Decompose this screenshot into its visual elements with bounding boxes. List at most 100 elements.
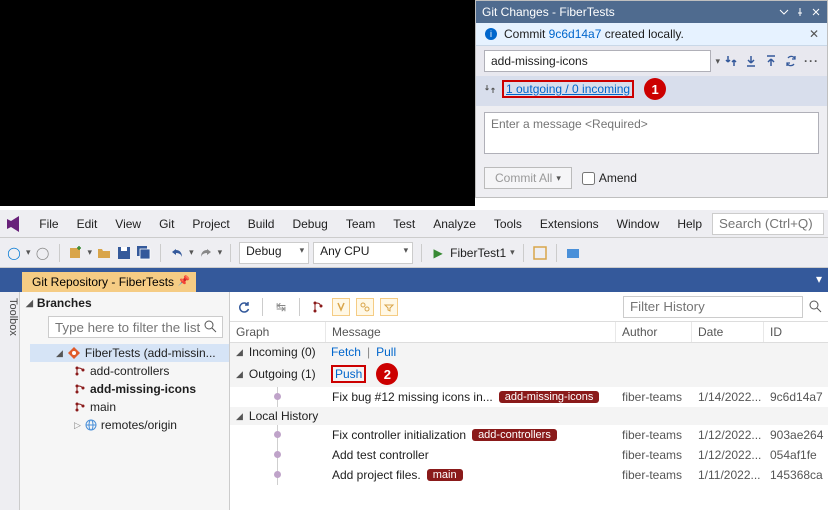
incoming-group[interactable]: ◢ Incoming (0) Fetch | Pull [230,343,828,361]
menu-edit[interactable]: Edit [69,213,106,235]
menu-project[interactable]: Project [184,213,237,235]
save-all-icon[interactable] [136,245,152,261]
col-id[interactable]: ID [764,322,828,342]
info-icon: i [484,27,498,41]
config-dropdown[interactable]: Debug [239,242,309,264]
repo-node[interactable]: ◢ FiberTests (add-missin... [30,344,229,362]
tool-icon-2[interactable] [565,245,581,261]
menu-file[interactable]: File [31,213,66,235]
col-graph[interactable]: Graph [230,322,326,342]
commit-row[interactable]: Add test controller fiber-teams 1/12/202… [230,445,828,465]
git-changes-panel: Git Changes - FiberTests i Commit 9c6d14… [475,0,828,198]
vs-logo-icon[interactable] [4,213,25,235]
fetch-link[interactable]: Fetch [331,345,361,359]
menu-help[interactable]: Help [669,213,710,235]
tool-icon-1[interactable] [532,245,548,261]
branch-graph-icon[interactable] [310,299,326,315]
local-history-group[interactable]: ◢ Local History [230,407,828,425]
more-icon[interactable]: ··· [804,54,819,68]
hist-tool-icon[interactable]: ↹ [273,299,289,315]
back-icon[interactable]: ◯ [6,245,22,261]
branch-dropdown-arrow[interactable]: ▾ [715,56,720,67]
pin-icon[interactable]: 📌 [178,276,190,287]
pull-icon[interactable] [744,54,758,68]
filter-box-2[interactable] [356,298,374,316]
menu-git[interactable]: Git [151,213,182,235]
menu-view[interactable]: View [107,213,149,235]
branch-tag: add-missing-icons [499,391,600,403]
commit-hash-link[interactable]: 9c6d14a7 [549,27,602,41]
menu-debug[interactable]: Debug [284,213,335,235]
filter-box-1[interactable] [332,298,350,316]
filter-box-3[interactable] [380,298,398,316]
menu-extensions[interactable]: Extensions [532,213,607,235]
undo-icon[interactable] [169,245,185,261]
amend-checkbox-input[interactable] [582,172,595,185]
commit-message-input[interactable] [484,112,819,154]
commit-all-button[interactable]: Commit All ▾ [484,167,572,189]
open-icon[interactable] [96,245,112,261]
tab-overflow-icon[interactable]: ▾ [816,272,822,286]
menu-build[interactable]: Build [240,213,283,235]
outgoing-incoming-link[interactable]: 1 outgoing / 0 incoming [502,80,634,98]
branches-header[interactable]: ◢ Branches [20,292,229,314]
git-repo-icon [67,346,81,360]
callout-badge-1: 1 [644,78,666,100]
chevron-down-icon: ▾ [556,173,561,184]
start-target[interactable]: FiberTest1 [450,246,506,260]
branch-item-current[interactable]: add-missing-icons [30,380,229,398]
commit-row[interactable]: Fix controller initializationadd-control… [230,425,828,445]
commit-row[interactable]: Add project files.main fiber-teams 1/11/… [230,465,828,485]
branch-item[interactable]: add-controllers [30,362,229,380]
menu-analyze[interactable]: Analyze [425,213,484,235]
sync-icon[interactable] [784,54,798,68]
menu-window[interactable]: Window [609,213,668,235]
pin-icon[interactable] [795,7,805,17]
push-link[interactable]: Push [331,365,366,383]
menu-team[interactable]: Team [338,213,383,235]
branch-selector-row: add-missing-icons ▾ ··· [476,46,827,76]
save-icon[interactable] [116,245,132,261]
branch-filter-input[interactable] [48,316,223,338]
push-icon[interactable] [764,54,778,68]
notice-close-icon[interactable]: ✕ [809,27,819,41]
col-date[interactable]: Date [692,322,764,342]
platform-dropdown[interactable]: Any CPU [313,242,413,264]
search-icon[interactable] [204,320,217,333]
branch-icon [74,383,86,395]
forward-icon[interactable]: ◯ [35,245,51,261]
start-icon[interactable]: ▶ [430,245,446,261]
branch-item[interactable]: main [30,398,229,416]
global-search-input[interactable] [712,213,824,235]
document-tab-strip: Git Repository - FiberTests 📌 ▾ [0,268,828,292]
menu-tools[interactable]: Tools [486,213,530,235]
remote-icon [85,419,97,431]
tab-git-repository[interactable]: Git Repository - FiberTests 📌 [22,272,196,292]
dropdown-icon[interactable] [779,7,789,17]
refresh-icon[interactable] [236,299,252,315]
toolbox-side-tab[interactable]: Toolbox [0,292,20,510]
sync-status-icon [484,83,496,95]
new-project-icon[interactable] [68,245,84,261]
redo-icon[interactable] [198,245,214,261]
search-icon[interactable] [809,300,822,313]
remotes-node[interactable]: ▷ remotes/origin [30,416,229,434]
notice-text: Commit 9c6d14a7 created locally. [504,27,684,41]
amend-checkbox[interactable]: Amend [582,171,637,185]
menu-test[interactable]: Test [385,213,423,235]
git-changes-titlebar[interactable]: Git Changes - FiberTests [476,1,827,23]
git-changes-title: Git Changes - FiberTests [482,5,615,19]
history-toolbar: ↹ [230,292,828,322]
col-author[interactable]: Author [616,322,692,342]
branch-tree: ◢ FiberTests (add-missin... add-controll… [20,344,229,434]
pull-link[interactable]: Pull [376,345,396,359]
history-columns: Graph Message Author Date ID [230,322,828,343]
outgoing-group[interactable]: ◢ Outgoing (1) Push 2 [230,361,828,387]
close-icon[interactable] [811,7,821,17]
commit-row[interactable]: Fix bug #12 missing icons in...add-missi… [230,387,828,407]
branch-dropdown[interactable]: add-missing-icons [484,50,711,72]
history-filter-input[interactable] [623,296,803,318]
col-message[interactable]: Message [326,322,616,342]
fetch-icon[interactable] [724,54,738,68]
branch-tag: add-controllers [472,429,557,441]
